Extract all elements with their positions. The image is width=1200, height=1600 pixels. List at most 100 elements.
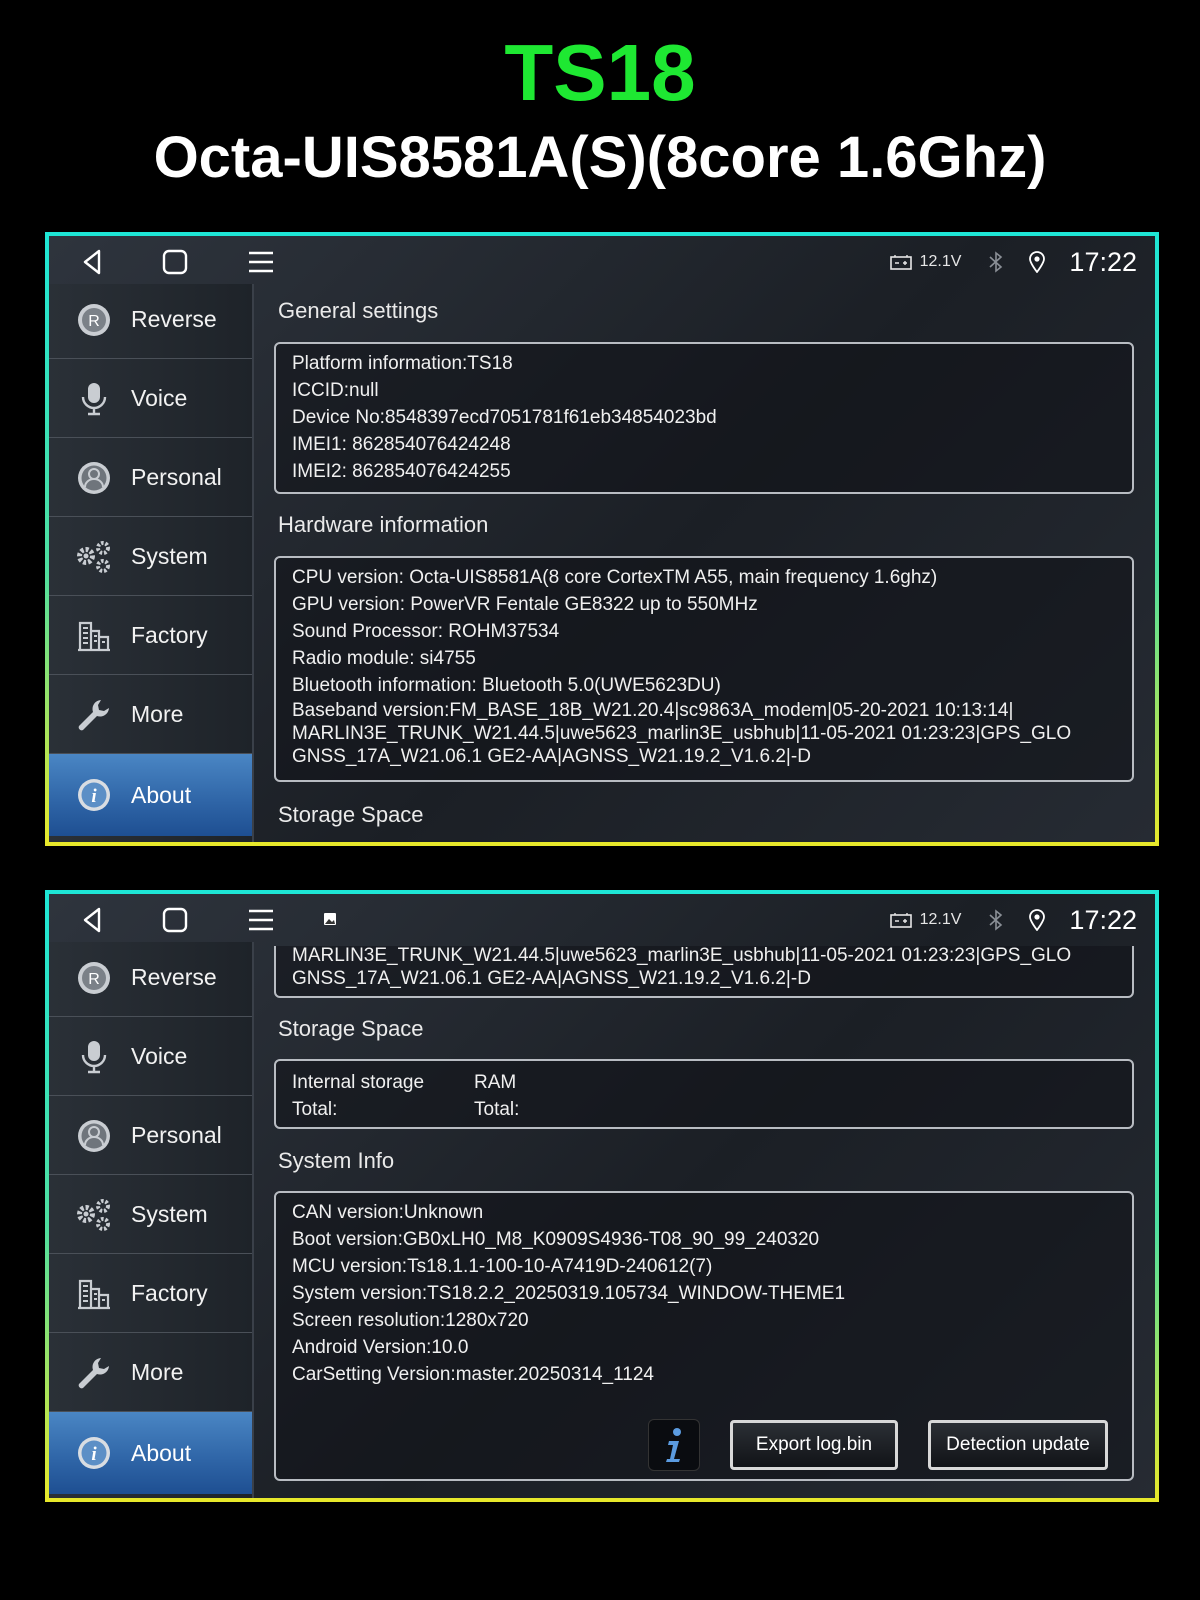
microphone-icon xyxy=(75,1038,113,1076)
chip-subtitle: Octa-UIS8581A(S)(8core 1.6Ghz) xyxy=(153,125,1047,190)
internal-storage-total: Total: xyxy=(292,1099,338,1120)
gears-icon xyxy=(75,1196,113,1234)
storage-space-title: Storage Space xyxy=(278,1016,424,1041)
storage-space-box: Internal storage Total: RAM Total: xyxy=(274,1059,1134,1129)
ram-total: Total: xyxy=(474,1099,520,1120)
sidebar-item-about[interactable]: i About xyxy=(49,1412,252,1494)
sidebar-item-label: System xyxy=(131,1201,208,1227)
internal-storage-column: Internal storage Total: xyxy=(292,1069,424,1123)
info-line: CAN version:Unknown xyxy=(292,1202,484,1223)
back-icon[interactable] xyxy=(77,246,109,278)
sidebar-item-system[interactable]: System xyxy=(49,518,252,596)
info-line: Screen resolution:1280x720 xyxy=(292,1310,529,1331)
info-line: Radio module: si4755 xyxy=(292,648,476,669)
screenshot-frame-1: 12.1V 17:22 R Reverse Voice Personal Sys… xyxy=(45,232,1159,846)
sidebar-item-more[interactable]: More xyxy=(49,1334,252,1412)
sidebar-item-personal[interactable]: Personal xyxy=(49,1097,252,1175)
info-line: IMEI2: 862854076424255 xyxy=(292,461,511,482)
info-line: Device No:8548397ecd7051781f61eb34854023… xyxy=(292,407,717,428)
info-line: GNSS_17A_W21.06.1 GE2-AA|AGNSS_W21.19.2_… xyxy=(292,746,811,767)
back-icon[interactable] xyxy=(77,904,109,936)
sidebar-item-label: Reverse xyxy=(131,306,217,332)
sidebar-item-label: Personal xyxy=(131,1122,222,1148)
sidebar-item-label: More xyxy=(131,701,184,727)
sidebar-item-label: Factory xyxy=(131,622,208,648)
hardware-info-box: CPU version: Octa-UIS8581A(8 core Cortex… xyxy=(274,556,1134,782)
location-icon xyxy=(1029,251,1046,273)
sidebar-item-reverse[interactable]: R Reverse xyxy=(49,939,252,1017)
home-icon[interactable] xyxy=(159,904,191,936)
info-line: MCU version:Ts18.1.1-100-10-A7419D-24061… xyxy=(292,1256,713,1277)
sidebar-item-about[interactable]: i About xyxy=(49,754,252,836)
menu-icon[interactable] xyxy=(245,904,277,936)
info-line: MARLIN3E_TRUNK_W21.44.5|uwe5623_marlin3E… xyxy=(292,723,1072,744)
sidebar-item-label: About xyxy=(131,1439,192,1466)
system-info-box: CAN version:Unknown Boot version:GB0xLH0… xyxy=(274,1191,1134,1481)
gears-icon xyxy=(75,538,113,576)
info-icon xyxy=(666,1428,681,1462)
sidebar-item-factory[interactable]: Factory xyxy=(49,597,252,675)
info-line: MARLIN3E_TRUNK_W21.44.5|uwe5623_marlin3E… xyxy=(292,946,1072,966)
sidebar-item-factory[interactable]: Factory xyxy=(49,1255,252,1333)
screenshot-frame-2: 12.1V 17:22 R Reverse Voice Personal Sys… xyxy=(45,890,1159,1502)
reverse-icon: R xyxy=(75,959,113,997)
sidebar-item-reverse[interactable]: R Reverse xyxy=(49,281,252,359)
bluetooth-icon xyxy=(989,251,1003,273)
action-buttons: Export log.bin Detection update xyxy=(648,1419,1108,1471)
internal-storage-label: Internal storage xyxy=(292,1072,425,1093)
sidebar-item-label: System xyxy=(131,543,208,569)
svg-text:i: i xyxy=(91,1444,97,1465)
info-line: Boot version:GB0xLH0_M8_K0909S4936-T08_9… xyxy=(292,1229,820,1250)
info-line: Bluetooth information: Bluetooth 5.0(UWE… xyxy=(292,675,721,696)
clock: 17:22 xyxy=(1069,246,1137,277)
settings-sidebar: R Reverse Voice Personal System Factory xyxy=(49,284,254,842)
reverse-icon: R xyxy=(75,301,113,339)
ram-column: RAM Total: xyxy=(474,1069,519,1123)
info-line: ICCID:null xyxy=(292,380,379,401)
voltage-text: 12.1V xyxy=(919,911,962,928)
storage-space-title: Storage Space xyxy=(278,802,424,827)
export-log-button[interactable]: Export log.bin xyxy=(730,1420,898,1470)
detection-update-button[interactable]: Detection update xyxy=(928,1420,1108,1470)
sidebar-item-label: Voice xyxy=(131,385,188,411)
info-icon: i xyxy=(75,776,113,814)
sidebar-item-more[interactable]: More xyxy=(49,676,252,754)
device-screen-1: 12.1V 17:22 R Reverse Voice Personal Sys… xyxy=(49,236,1155,842)
sidebar-item-label: More xyxy=(131,1359,184,1385)
hardware-info-title: Hardware information xyxy=(278,512,489,537)
factory-icon xyxy=(75,1275,113,1313)
battery-voltage: 12.1V xyxy=(889,911,962,929)
clock: 17:22 xyxy=(1069,904,1137,935)
sidebar-item-voice[interactable]: Voice xyxy=(49,1018,252,1096)
svg-text:i: i xyxy=(91,786,97,807)
sidebar-item-voice[interactable]: Voice xyxy=(49,360,252,438)
sidebar-item-personal[interactable]: Personal xyxy=(49,439,252,517)
factory-icon xyxy=(75,617,113,655)
battery-icon xyxy=(889,913,912,928)
svg-text:R: R xyxy=(88,971,100,988)
sidebar-item-system[interactable]: System xyxy=(49,1176,252,1254)
wrench-icon xyxy=(75,1354,113,1392)
info-line: CPU version: Octa-UIS8581A(8 core Cortex… xyxy=(292,567,938,588)
about-content[interactable]: General settings Platform information:TS… xyxy=(252,288,1155,842)
sidebar-item-label: Reverse xyxy=(131,964,217,990)
about-content[interactable]: MARLIN3E_TRUNK_W21.44.5|uwe5623_marlin3E… xyxy=(252,946,1155,1498)
ram-label: RAM xyxy=(474,1072,517,1093)
info-button[interactable] xyxy=(648,1419,700,1471)
sidebar-item-label: Factory xyxy=(131,1280,208,1306)
person-icon xyxy=(75,459,113,497)
settings-sidebar: R Reverse Voice Personal System Factory xyxy=(49,942,254,1498)
general-settings-title: General settings xyxy=(278,298,439,323)
bluetooth-icon xyxy=(989,909,1003,931)
hardware-info-box-tail: MARLIN3E_TRUNK_W21.44.5|uwe5623_marlin3E… xyxy=(274,946,1134,998)
info-line: GNSS_17A_W21.06.1 GE2-AA|AGNSS_W21.19.2_… xyxy=(292,968,811,989)
info-line: GPU version: PowerVR Fentale GE8322 up t… xyxy=(292,594,758,615)
home-icon[interactable] xyxy=(159,246,191,278)
system-info-title: System Info xyxy=(278,1148,395,1173)
menu-icon[interactable] xyxy=(245,246,277,278)
info-line: Baseband version:FM_BASE_18B_W21.20.4|sc… xyxy=(292,700,1014,721)
battery-voltage: 12.1V xyxy=(889,253,961,271)
info-line: Platform information:TS18 xyxy=(292,353,513,374)
image-notification-icon xyxy=(324,913,336,925)
svg-text:R: R xyxy=(88,313,100,330)
